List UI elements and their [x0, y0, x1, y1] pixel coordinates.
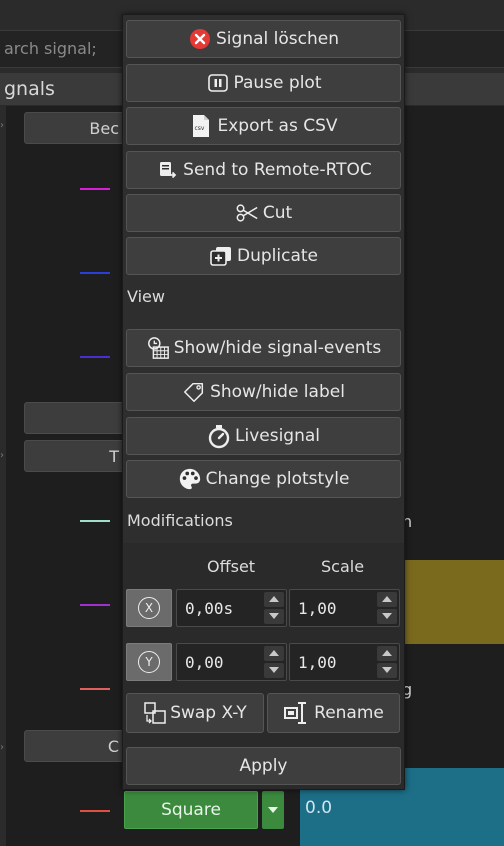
view-section-label: View	[127, 287, 165, 306]
apply-button[interactable]: Apply	[126, 747, 401, 785]
signal-color-line	[80, 810, 110, 812]
delete-signal-button[interactable]: Signal löschen	[126, 20, 401, 58]
rename-button[interactable]: Rename	[267, 693, 400, 733]
x-scale-spinbox[interactable]	[289, 589, 400, 627]
offset-column-header: Offset	[207, 557, 256, 576]
signal-color-line	[80, 272, 110, 274]
palette-icon	[178, 467, 202, 491]
show-hide-signal-events-label: Show/hide signal-events	[173, 338, 382, 358]
send-remote-rtoc-label: Send to Remote-RTOC	[183, 160, 372, 180]
y-scale-increment-icon[interactable]	[377, 646, 397, 661]
show-hide-label-button[interactable]: Show/hide label	[126, 373, 401, 411]
remote-send-icon	[155, 158, 179, 182]
x-offset-decrement-icon[interactable]	[264, 609, 284, 624]
tree-expand-arrow-icon[interactable]: ›	[0, 742, 8, 753]
signal-value-display: 0.0	[305, 798, 333, 818]
x-axis-toggle-button[interactable]: X	[126, 589, 172, 627]
signal-color-line	[80, 688, 110, 690]
y-scale-spinbox[interactable]	[289, 643, 400, 681]
y-offset-spinbox[interactable]	[176, 643, 287, 681]
device-button-1[interactable]: Bec	[24, 112, 124, 144]
delete-signal-label: Signal löschen	[216, 29, 339, 49]
duplicate-icon	[209, 244, 233, 268]
device-button-4[interactable]: C	[24, 730, 124, 762]
signal-type-dropdown-icon[interactable]	[262, 791, 284, 829]
duplicate-button[interactable]: Duplicate	[126, 237, 401, 275]
signal-context-menu: Signal löschen Pause plot csv Export as …	[122, 14, 405, 790]
signal-color-line	[80, 604, 110, 606]
livesignal-button[interactable]: Livesignal	[126, 417, 401, 455]
x-scale-input[interactable]	[290, 590, 375, 626]
apply-label: Apply	[239, 756, 288, 776]
swap-icon	[143, 701, 167, 725]
scale-column-header: Scale	[321, 557, 365, 576]
events-calendar-icon	[146, 336, 170, 360]
y-axis-toggle-button[interactable]: Y	[126, 643, 172, 681]
x-scale-decrement-icon[interactable]	[377, 609, 397, 624]
tree-expand-arrow-icon[interactable]: ›	[0, 450, 8, 461]
tag-icon	[182, 380, 206, 404]
y-axis-icon: Y	[138, 651, 160, 673]
show-hide-label-label: Show/hide label	[210, 382, 345, 402]
csv-icon: csv	[189, 114, 213, 138]
modifications-section-label: Modifications	[127, 511, 233, 530]
pause-plot-label: Pause plot	[233, 73, 322, 93]
signal-color-line	[80, 356, 110, 358]
livesignal-label: Livesignal	[235, 426, 320, 446]
x-offset-spinbox[interactable]	[176, 589, 287, 627]
device-button-1-label: Bec	[89, 119, 119, 138]
cut-label: Cut	[262, 203, 293, 223]
x-scale-increment-icon[interactable]	[377, 592, 397, 607]
x-axis-icon: X	[138, 597, 160, 619]
change-plotstyle-button[interactable]: Change plotstyle	[126, 460, 401, 498]
swap-xy-label: Swap X-Y	[170, 703, 247, 723]
stopwatch-icon	[207, 424, 231, 449]
send-remote-rtoc-button[interactable]: Send to Remote-RTOC	[126, 151, 401, 189]
duplicate-label: Duplicate	[237, 246, 318, 266]
signal-type-button[interactable]: Square	[124, 791, 258, 829]
signal-value-cell-yellow	[402, 560, 504, 644]
tree-expand-arrow-icon[interactable]: ›	[0, 120, 8, 131]
swap-xy-button[interactable]: Swap X-Y	[126, 693, 264, 733]
pause-plot-button[interactable]: Pause plot	[126, 64, 401, 102]
device-button-3-label: T	[109, 447, 119, 466]
device-button-4-label: C	[107, 737, 119, 756]
show-hide-signal-events-button[interactable]: Show/hide signal-events	[126, 329, 401, 367]
signal-color-line	[80, 520, 110, 522]
signals-panel-title: gnals	[4, 78, 55, 100]
y-offset-decrement-icon[interactable]	[264, 663, 284, 678]
export-csv-label: Export as CSV	[217, 116, 338, 136]
export-csv-button[interactable]: csv Export as CSV	[126, 107, 401, 145]
y-offset-increment-icon[interactable]	[264, 646, 284, 661]
svg-text:csv: csv	[195, 125, 205, 132]
signal-type-label: Square	[161, 800, 221, 820]
x-offset-input[interactable]	[177, 590, 262, 626]
delete-icon	[188, 27, 212, 51]
device-button-3[interactable]: T	[24, 440, 124, 472]
pause-icon	[206, 71, 230, 95]
y-offset-input[interactable]	[177, 644, 262, 680]
device-button-2[interactable]	[24, 402, 124, 434]
signal-search-placeholder: arch signal;	[4, 39, 97, 58]
signal-color-line	[80, 188, 110, 190]
y-scale-input[interactable]	[290, 644, 375, 680]
cut-button[interactable]: Cut	[126, 194, 401, 232]
scissors-icon	[235, 201, 259, 225]
change-plotstyle-label: Change plotstyle	[205, 469, 350, 489]
y-scale-decrement-icon[interactable]	[377, 663, 397, 678]
rename-label: Rename	[314, 703, 384, 723]
rename-icon	[283, 700, 311, 726]
x-offset-increment-icon[interactable]	[264, 592, 284, 607]
